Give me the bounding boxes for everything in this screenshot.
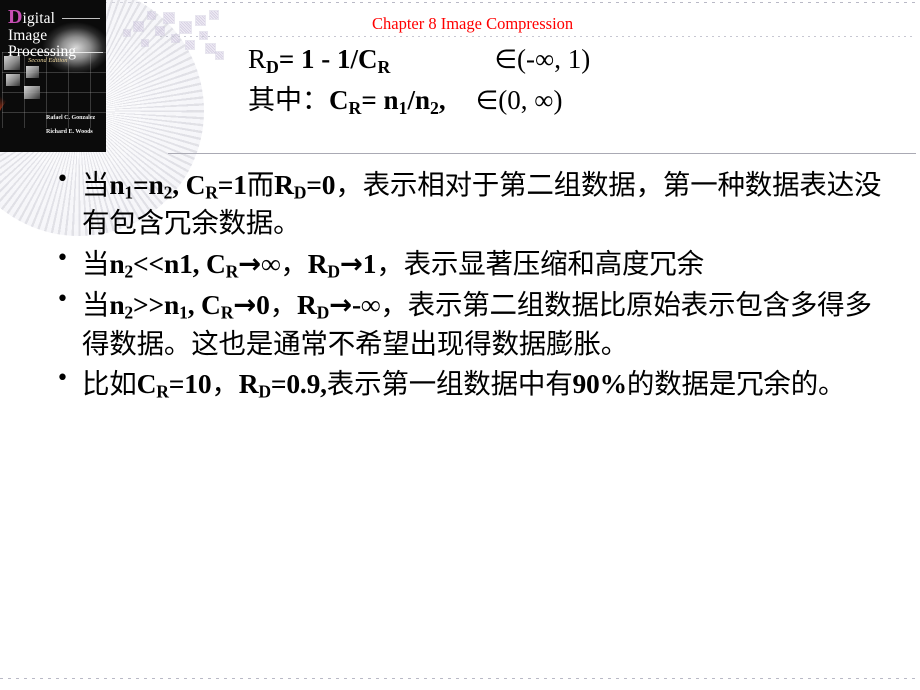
bullet-text-segment: =0.9, — [270, 368, 327, 400]
bullet-text-segment: -∞ — [351, 289, 381, 321]
pixel-square — [123, 29, 131, 37]
formula-rd-subscript: D — [266, 56, 279, 77]
pixel-square — [209, 10, 219, 20]
bullet-text-segment: 0 — [256, 289, 270, 321]
bullet-text-segment: n — [109, 289, 125, 321]
bullet-equal-case: 当n1=n2, CR=1而RD=0，表示相对于第二组数据，第一种数据表达没有包含… — [52, 165, 898, 243]
bullet-text-segment: R — [220, 302, 234, 323]
bullet-text-segment: ， — [269, 289, 298, 322]
formula-cr-eq: = n — [361, 84, 399, 115]
book-title-dropcap: D — [8, 6, 23, 28]
formula-cr-symbol: C — [329, 84, 349, 115]
bullet-text-segment: → — [329, 289, 352, 322]
book-cover-rule — [62, 18, 100, 19]
bottom-dotted-border — [0, 678, 920, 679]
bullet-text-segment: D — [327, 261, 340, 282]
bullet-text-segment: D — [258, 381, 271, 402]
formula-n2-subscript: 2 — [429, 97, 439, 118]
bullet-text-segment: 2 — [124, 261, 134, 282]
book-cover-rule — [8, 52, 103, 53]
bullet-text-segment: R — [274, 169, 294, 200]
formula-cr-subscript-2: R — [348, 97, 362, 118]
formula-cr-comma: , — [438, 84, 446, 115]
pixel-square — [163, 12, 175, 24]
book-cover-author-1: Rafael C. Gonzalez — [46, 115, 96, 121]
bullet-text-segment: R — [225, 261, 239, 282]
bullet-text-segment: 而 — [246, 169, 275, 201]
bullet-text-segment: 当 — [82, 169, 110, 201]
bullet-text-segment: 表示第一组数据中有 — [326, 368, 573, 401]
formula-rd-range: (-∞, 1) — [516, 44, 591, 74]
pixel-square — [141, 39, 149, 47]
bullet-text-segment: =n — [133, 169, 164, 200]
bullet-example-case: 比如CR=10，RD=0.9,表示第一组数据中有90%的数据是冗余的。 — [52, 364, 898, 404]
bullet-text-segment: R — [205, 182, 218, 203]
pixel-square — [215, 51, 224, 60]
bullet-text-segment: R — [238, 368, 259, 400]
bullet-text-segment: 1 — [362, 247, 377, 279]
bullet-text-segment: n — [109, 247, 125, 279]
bullet-text-segment: ， — [280, 247, 308, 280]
bullet-text-segment: 的数据是冗余的。 — [626, 368, 846, 401]
pixel-square — [155, 26, 165, 36]
element-of-icon-2: ∈ — [475, 85, 499, 116]
formula-line-2: 其中：CR= n1/n2, ∈(0, ∞) — [248, 81, 590, 122]
formula-cr-slash: /n — [407, 84, 430, 115]
bullet-text-segment: =10 — [168, 368, 212, 400]
pixel-square — [133, 21, 144, 32]
bullet-text-segment: R — [307, 247, 328, 279]
page-title: Chapter 8 Image Compression — [372, 14, 574, 33]
pixel-square — [179, 21, 192, 34]
formula-rd-expression: = 1 - 1/C — [278, 44, 378, 74]
element-of-icon: ∈ — [494, 45, 517, 75]
book-cover-author-2: Richard E. Woods — [46, 129, 93, 135]
bullet-text-segment: R — [156, 381, 169, 402]
slide-canvas: Digital Image Processing Second Edition … — [0, 0, 920, 690]
formula-block: RD= 1 - 1/CR ∈(-∞, 1) 其中：CR= n1/n2, ∈(0, ∞… — [248, 40, 590, 121]
formula-bottom-rule — [168, 153, 916, 154]
book-cover-image: Digital Image Processing Second Edition … — [0, 0, 106, 152]
bullet-text-segment: 2 — [124, 302, 134, 323]
bullet-text-segment: → — [238, 247, 261, 280]
bullet-text-segment: , C — [187, 289, 221, 321]
book-title-line1-rest: igital — [22, 10, 56, 27]
bullet-text-segment: → — [233, 289, 257, 322]
bullet-text-segment: =0 — [306, 169, 336, 200]
bullet-text-segment: <<n1, C — [133, 247, 226, 279]
bullet-text-segment: 90% — [572, 368, 628, 400]
bullet-text-segment: ， — [211, 368, 239, 401]
formula-where-label: 其中： — [248, 84, 329, 116]
bullet-text-segment: C — [136, 368, 157, 400]
bullet-text-segment: ，表示显著压缩和高度冗余 — [376, 247, 704, 280]
bullet-text-segment: 1 — [179, 302, 188, 323]
bullet-expansion-case: 当n2>>n1, CR→0，RD→-∞，表示第二组数据比原始表示包含多得多得数据… — [52, 285, 898, 363]
pixel-square — [195, 15, 206, 26]
bullet-text-segment: 比如 — [82, 368, 137, 401]
bullet-text-segment: >>n — [133, 289, 180, 321]
bullet-text-segment: → — [339, 247, 363, 280]
book-title-line-2: Image — [8, 26, 48, 44]
book-cover-edition: Second Edition — [28, 57, 68, 64]
bullet-text-segment: 当 — [82, 247, 110, 280]
bullet-text-segment: 2 — [163, 182, 173, 203]
pixel-square — [185, 40, 195, 50]
bullet-text-segment: =1 — [217, 169, 247, 200]
bullet-text-segment: R — [296, 289, 317, 321]
header-dotted-rule — [160, 36, 915, 37]
bullet-text-segment: 1 — [124, 182, 134, 203]
bullet-text-segment: ∞ — [261, 247, 281, 279]
bullet-text-segment: D — [293, 182, 307, 203]
formula-cr-subscript: R — [377, 56, 391, 77]
formula-cr-range: (0, ∞) — [498, 84, 563, 115]
pixel-square — [147, 11, 156, 20]
bullet-text-segment: n — [109, 169, 125, 200]
bullet-list: 当n1=n2, CR=1而RD=0，表示相对于第二组数据，第一种数据表达没有包含… — [52, 165, 898, 407]
formula-rd-symbol: R — [248, 44, 267, 74]
bullet-text-segment: , C — [172, 169, 206, 200]
bullet-text-segment: 当 — [82, 289, 110, 322]
formula-line-1: RD= 1 - 1/CR ∈(-∞, 1) — [248, 40, 590, 81]
bullet-text-segment: D — [316, 302, 330, 323]
bullet-high-compression-case: 当n2<<n1, CR→∞，RD→1，表示显著压缩和高度冗余 — [52, 244, 898, 284]
pixel-square — [205, 43, 216, 54]
